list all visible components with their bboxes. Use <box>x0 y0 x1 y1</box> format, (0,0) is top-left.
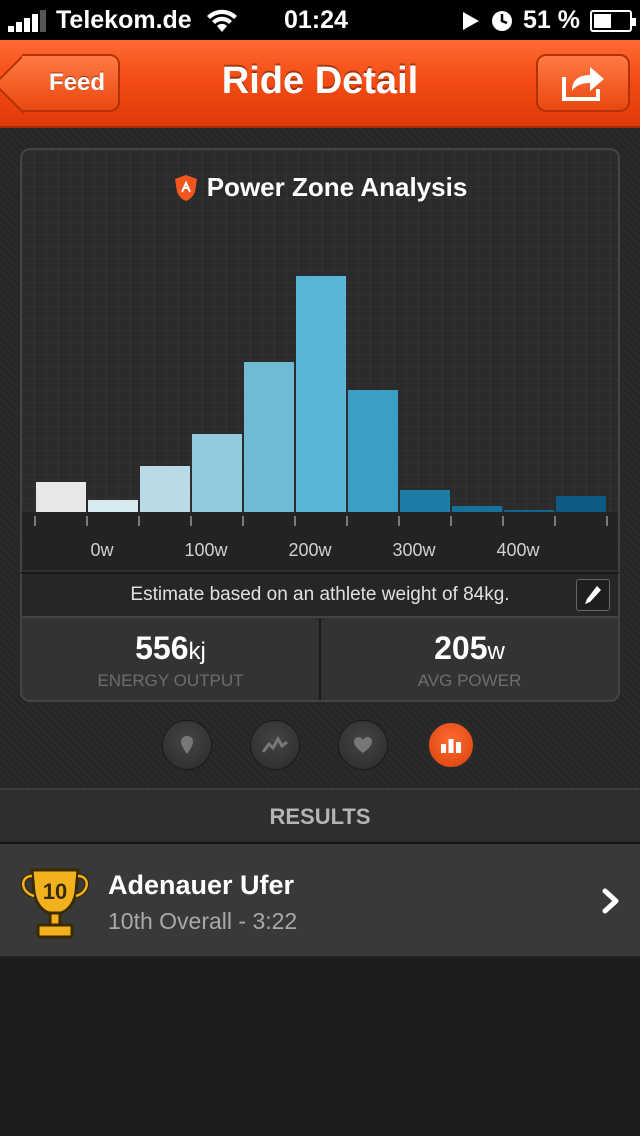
pencil-icon <box>585 586 601 604</box>
edit-weight-button[interactable] <box>576 579 610 611</box>
play-icon <box>463 11 480 30</box>
chart-plot: 0w 100w 200w 300w 400w <box>22 276 618 570</box>
signal-icon <box>8 9 48 32</box>
nav-bar: Feed Ride Detail <box>0 40 640 128</box>
bar <box>400 490 450 512</box>
map-pin-icon <box>181 736 193 754</box>
status-right: 51 % <box>461 6 636 35</box>
elevation-page-dot[interactable] <box>250 720 300 770</box>
carrier-label: Telekom.de <box>56 6 192 34</box>
energy-value: 556 <box>135 630 189 666</box>
x-tick-label: 200w <box>288 540 332 560</box>
trophy-icon: 10 <box>20 868 90 939</box>
status-left: Telekom.de <box>8 6 240 35</box>
empty-area <box>0 958 640 1136</box>
feed-back-button[interactable]: Feed <box>22 54 120 112</box>
power-zone-chart: Power Zone Analysis 0w 100w 200w 300w 400w <box>20 148 620 572</box>
x-tick-label: 0w <box>90 540 114 560</box>
power-stat: 205w AVG POWER <box>319 618 618 700</box>
weight-note: Estimate based on an athlete weight of 8… <box>130 584 510 605</box>
bar <box>192 434 242 512</box>
weight-note-row: Estimate based on an athlete weight of 8… <box>20 572 620 618</box>
bar <box>36 482 86 512</box>
chevron-right-icon <box>602 888 619 914</box>
share-icon <box>562 67 604 101</box>
page-selector <box>162 720 478 770</box>
x-tick-label: 400w <box>496 540 540 560</box>
bar <box>556 496 606 512</box>
trophy-number: 10 <box>43 879 67 904</box>
bar <box>244 362 294 512</box>
energy-unit: kj <box>188 638 206 665</box>
stats-row: 556kj ENERGY OUTPUT 205w AVG POWER <box>20 618 620 702</box>
power-value-line: 205w <box>321 630 618 667</box>
energy-stat: 556kj ENERGY OUTPUT <box>22 618 319 700</box>
share-button[interactable] <box>536 54 630 112</box>
bar <box>88 500 138 512</box>
elevation-icon <box>262 736 288 753</box>
x-tick-label: 100w <box>184 540 228 560</box>
energy-value-line: 556kj <box>22 630 319 667</box>
wifi-icon <box>206 9 237 32</box>
results-header: RESULTS <box>0 788 640 844</box>
result-row[interactable]: 10 Adenauer Ufer 10th Overall - 3:22 <box>0 844 640 958</box>
status-bar: Telekom.de 01:24 51 % <box>0 0 640 40</box>
power-unit: w <box>487 638 505 665</box>
bar <box>504 510 554 512</box>
back-button-wrap[interactable]: Feed <box>10 54 120 112</box>
clock-icon <box>492 10 513 31</box>
result-name: Adenauer Ufer <box>108 870 295 900</box>
battery-percent: 51 % <box>523 6 580 34</box>
clock: 01:24 <box>284 6 348 34</box>
bar <box>348 390 398 512</box>
battery-icon <box>590 9 636 32</box>
power-value: 205 <box>434 630 488 666</box>
heart-page-dot[interactable] <box>338 720 388 770</box>
result-rank: 10th Overall - 3:22 <box>108 908 298 934</box>
bar <box>452 506 502 512</box>
battery-fill <box>594 13 612 28</box>
bar <box>296 276 346 512</box>
energy-label: ENERGY OUTPUT <box>97 671 244 690</box>
map-page-dot[interactable] <box>162 720 212 770</box>
power-label: AVG POWER <box>417 671 522 690</box>
power-page-dot[interactable] <box>426 720 476 770</box>
bar <box>140 466 190 512</box>
heart-icon <box>354 737 372 753</box>
x-tick-label: 300w <box>392 540 436 560</box>
bar-chart-icon <box>441 739 461 753</box>
